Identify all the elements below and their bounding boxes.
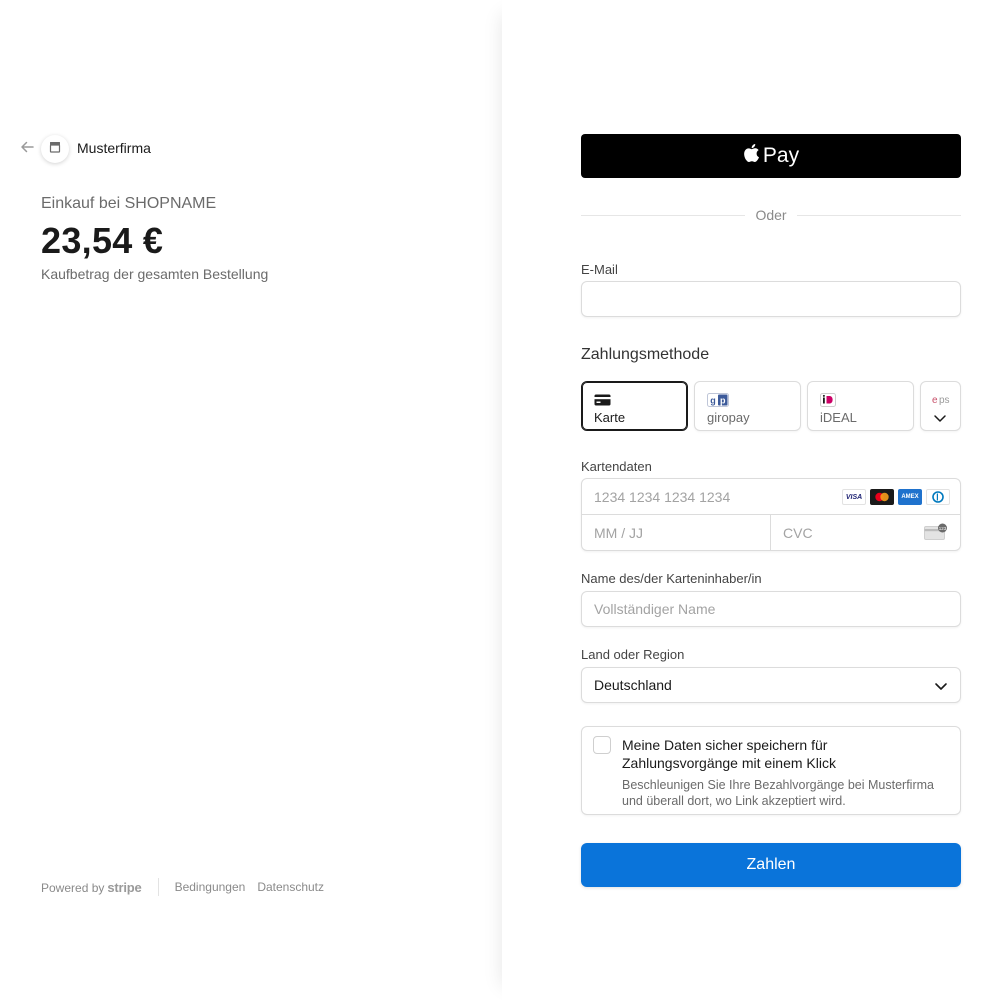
svg-text:e: e (932, 395, 938, 405)
payment-form-panel: Pay Oder E-Mail Zahlungsmethode Karte gp… (502, 0, 1000, 1000)
merchant-logo (41, 135, 69, 163)
card-cvc-field[interactable]: CVC 123 (771, 515, 960, 550)
or-divider-text: Oder (755, 207, 787, 223)
email-label: E-Mail (581, 262, 618, 277)
payment-method-title: Zahlungsmethode (581, 346, 710, 363)
tab-giropay[interactable]: gp giropay (694, 381, 801, 431)
pay-button[interactable]: Zahlen (581, 843, 961, 887)
svg-text:g: g (710, 396, 716, 406)
tab-card[interactable]: Karte (581, 381, 688, 431)
cardholder-label: Name des/der Karteninhaber/in (581, 571, 762, 586)
mastercard-icon (870, 489, 894, 505)
amex-icon: AMEX (898, 489, 922, 505)
email-field[interactable] (581, 281, 961, 317)
svg-text:p: p (720, 396, 726, 406)
card-icon (594, 393, 611, 411)
tab-giropay-label: giropay (707, 410, 750, 425)
card-brands: VISA AMEX (842, 489, 950, 505)
more-methods-button[interactable]: e ps (920, 381, 961, 431)
card-number-placeholder: 1234 1234 1234 1234 (594, 488, 731, 505)
purchase-title: Einkauf bei SHOPNAME (41, 195, 217, 212)
cvc-card-icon: 123 (924, 523, 948, 544)
diners-icon (926, 489, 950, 505)
card-number-field[interactable]: 1234 1234 1234 1234 VISA AMEX (582, 479, 960, 515)
card-details-label: Kartendaten (581, 459, 652, 474)
card-details-group: 1234 1234 1234 1234 VISA AMEX MM / JJ CV… (581, 478, 961, 551)
arrow-left-icon[interactable] (19, 139, 35, 155)
tab-card-label: Karte (594, 410, 626, 425)
visa-icon: VISA (842, 489, 866, 505)
card-expiry-field[interactable]: MM / JJ (582, 515, 771, 550)
apple-pay-button[interactable]: Pay (581, 134, 961, 178)
country-select[interactable]: Deutschland (581, 667, 961, 703)
tab-ideal[interactable]: iDEAL (807, 381, 914, 431)
amount-description: Kaufbetrag der gesamten Bestellung (41, 266, 269, 282)
merchant-name: Musterfirma (77, 140, 151, 156)
svg-text:ps: ps (939, 395, 950, 405)
cardholder-placeholder: Vollständiger Name (594, 601, 716, 617)
chevron-down-icon (933, 410, 947, 428)
cardholder-name-field[interactable]: Vollständiger Name (581, 591, 961, 627)
svg-text:123: 123 (939, 526, 947, 531)
privacy-link[interactable]: Datenschutz (257, 880, 324, 894)
or-divider: Oder (581, 205, 961, 225)
card-expiry-placeholder: MM / JJ (594, 524, 643, 541)
country-label: Land oder Region (581, 647, 685, 662)
terms-link[interactable]: Bedingungen (175, 880, 246, 894)
save-info-checkbox[interactable] (593, 736, 611, 754)
stripe-logo: stripe (107, 879, 142, 895)
card-cvc-placeholder: CVC (783, 524, 813, 541)
save-info-box: Meine Daten sicher speichern für Zahlung… (581, 726, 961, 815)
tab-ideal-label: iDEAL (820, 410, 857, 425)
footer: Powered by stripe Bedingungen Datenschut… (41, 878, 324, 896)
save-info-title: Meine Daten sicher speichern für Zahlung… (622, 737, 836, 771)
apple-pay-label: Pay (762, 144, 800, 167)
store-icon (49, 140, 61, 158)
chevron-down-icon (934, 679, 948, 695)
order-summary-panel: Musterfirma Einkauf bei SHOPNAME 23,54 €… (0, 0, 502, 1000)
apple-icon (743, 143, 763, 169)
footer-divider (157, 878, 159, 896)
save-info-description: Beschleunigen Sie Ihre Bezahlvorgänge be… (622, 778, 934, 808)
powered-by-text: Powered by (41, 880, 105, 895)
powered-by[interactable]: Powered by stripe (41, 880, 142, 895)
country-value: Deutschland (594, 677, 672, 693)
total-amount: 23,54 € (41, 220, 164, 261)
eps-icon: e ps (931, 392, 951, 410)
